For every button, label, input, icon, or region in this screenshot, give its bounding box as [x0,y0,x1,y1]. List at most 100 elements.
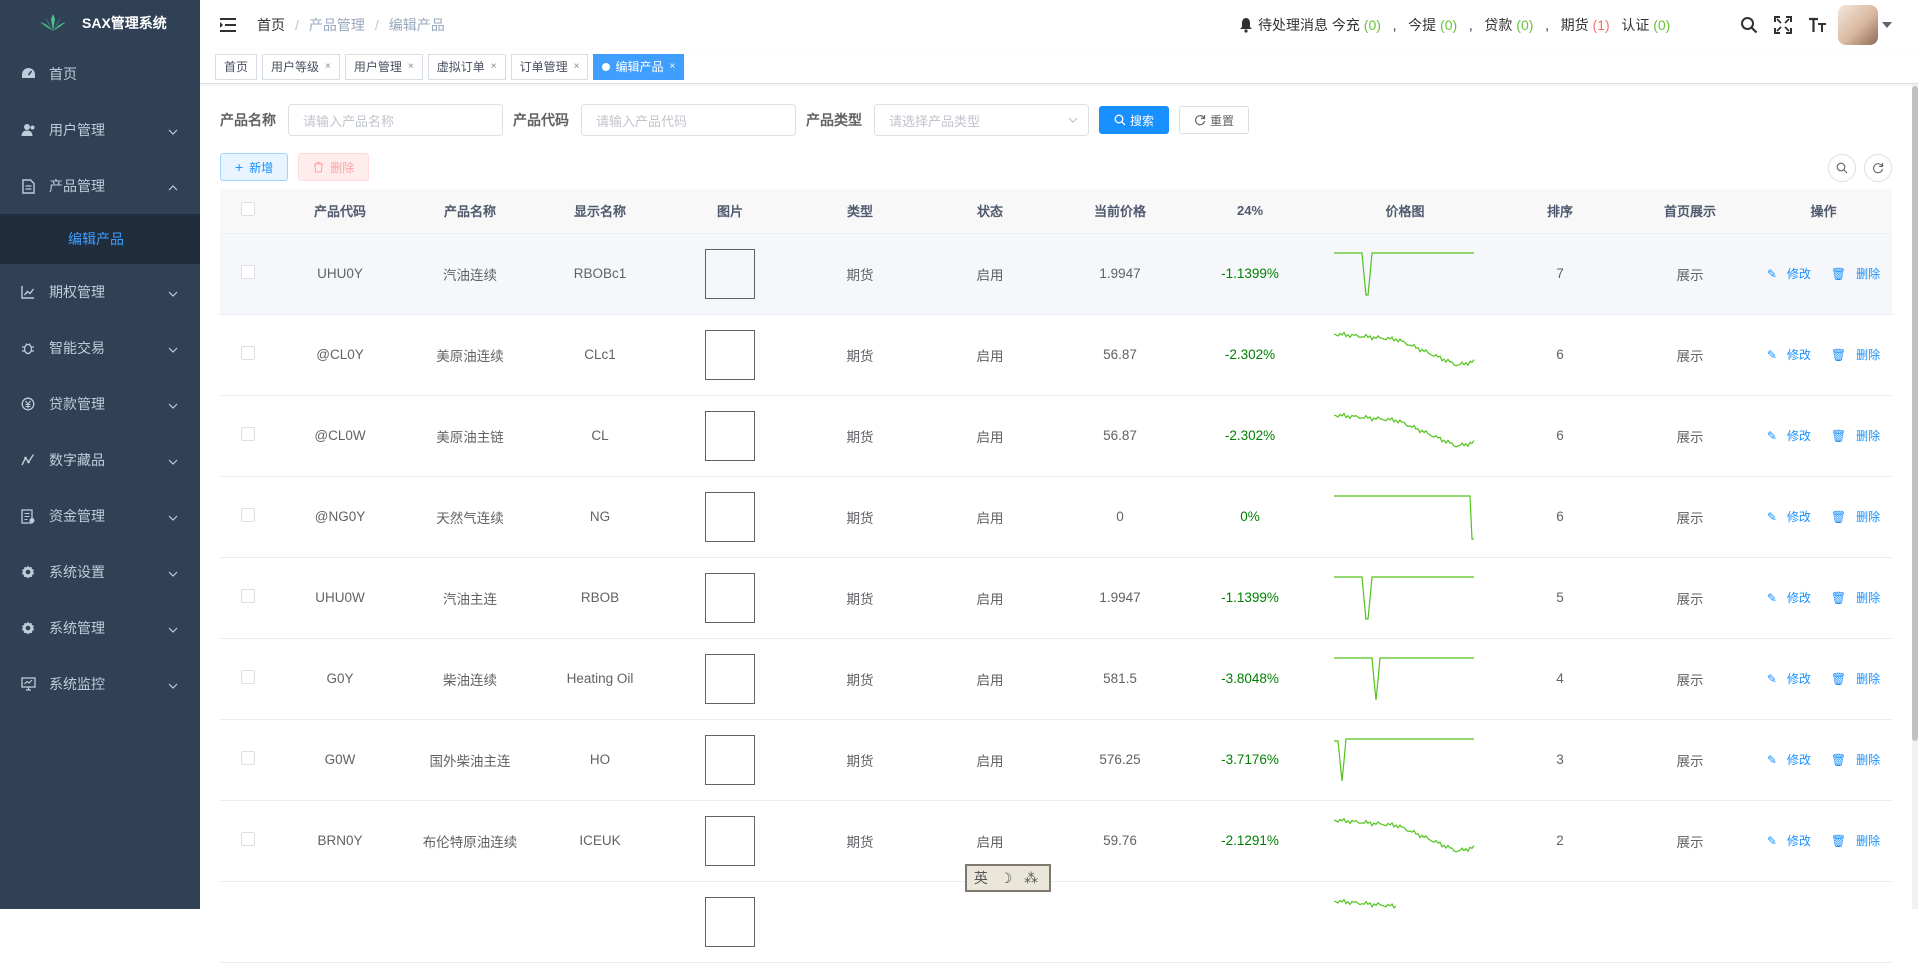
edit-button[interactable]: ✎ 修改 [1762,672,1816,686]
row-checkbox[interactable] [240,508,255,522]
table-row[interactable]: UHU0W 汽油主连 RBOB 期货 启用 1.9947 -1.1399% 5 展示 ✎ 修改 🗑 删除 [220,557,1892,639]
close-icon[interactable]: × [574,55,580,79]
delete-button[interactable]: 🗑 删除 [1826,267,1885,281]
app-logo[interactable]: SAX管理系统 [0,0,200,46]
chevron-down-icon [168,284,178,300]
tab-5[interactable]: 编辑产品 × [593,53,685,80]
product-image[interactable] [705,572,755,623]
delete-button[interactable]: 🗑 删除 [1826,834,1885,848]
reset-button[interactable]: 重置 [1179,106,1250,134]
delete-button[interactable]: 🗑 删除 [1826,348,1885,362]
product-type-select[interactable]: 请选择产品类型 [874,104,1089,136]
edit-button[interactable]: ✎ 修改 [1762,429,1816,443]
close-icon[interactable]: × [669,55,675,79]
add-button[interactable]: + 新增 [220,153,289,181]
product-image[interactable] [705,815,755,866]
row-checkbox[interactable] [240,670,255,684]
delete-button[interactable]: 🗑 删除 [1826,591,1885,605]
tab-3[interactable]: 虚拟订单 × [427,53,506,80]
edit-label: 修改 [1786,834,1811,848]
cell-actions: ✎ 修改 🗑 删除 [1755,719,1892,801]
cell-home-display: 展示 [1625,800,1755,882]
hamburger-icon[interactable] [204,0,254,50]
edit-button[interactable]: ✎ 修改 [1762,753,1816,767]
cell-display-name: CL [535,395,665,477]
row-checkbox[interactable] [240,832,255,846]
row-checkbox[interactable] [240,265,255,279]
edit-button[interactable]: ✎ 修改 [1762,267,1816,281]
row-checkbox[interactable] [240,427,255,441]
search-icon[interactable] [1732,0,1766,50]
ime-status-bar[interactable]: 英 ☽ ⁂ [965,864,1051,892]
product-image[interactable] [705,734,755,785]
fullscreen-icon[interactable] [1766,0,1800,50]
product-image[interactable] [705,896,755,947]
edit-button[interactable]: ✎ 修改 [1762,591,1816,605]
font-size-icon[interactable] [1800,0,1834,50]
edit-button[interactable]: ✎ 修改 [1762,348,1816,362]
close-icon[interactable]: × [491,55,497,79]
table-row[interactable]: G0W 国外柴油主连 HO 期货 启用 576.25 -3.7176% 3 展示 ✎ 修改 🗑 删除 [220,719,1892,801]
sidebar-item-0[interactable]: 首页 [0,46,200,102]
cell-type: 期货 [795,557,925,639]
avatar-dropdown-icon[interactable] [1878,0,1896,50]
sidebar-item-6[interactable]: 数字藏品 [0,432,200,488]
avatar[interactable] [1838,5,1878,45]
table-row[interactable]: G0Y 柴油连续 Heating Oil 期货 启用 581.5 -3.8048% 4 展示 ✎ 修… [220,638,1892,720]
money-icon [20,396,36,412]
table-row[interactable]: @CL0W 美原油主链 CL 期货 启用 56.87 -2.302% 6 展示 ✎ 修改 🗑 删除 [220,395,1892,477]
product-image[interactable] [705,410,755,461]
table-row[interactable]: @NG0Y 天然气连续 NG 期货 启用 0 0% 6 展示 ✎ 修改 🗑 删除 [220,476,1892,558]
table-row[interactable]: @CL0Y 美原油连续 CLc1 期货 启用 56.87 -2.302% 6 展示 ✎ 修改 🗑 删除 [220,314,1892,396]
table-row[interactable] [220,881,1892,963]
tab-2[interactable]: 用户管理 × [344,53,423,80]
delete-button[interactable]: 🗑 删除 [1826,429,1885,443]
product-image[interactable] [705,653,755,704]
sidebar-item-10[interactable]: 系统监控 [0,656,200,712]
sidebar-item-9[interactable]: 系统管理 [0,600,200,656]
delete-button[interactable]: 🗑 删除 [1826,672,1885,686]
tab-4[interactable]: 订单管理 × [510,53,589,80]
sidebar-item-4[interactable]: 智能交易 [0,320,200,376]
sidebar-subitem-edit-product[interactable]: 编辑产品 [0,214,200,264]
close-icon[interactable]: × [408,55,414,79]
product-name-input[interactable]: 请输入产品名称 [288,104,503,136]
delete-button[interactable]: 🗑 删除 [1826,510,1885,524]
scrollbar-thumb[interactable] [1912,86,1918,741]
product-image[interactable] [705,329,755,380]
pending-notice[interactable]: 待处理消息 今充 (0) , 今提 (0) , 贷款 (0) , 期货 (1) … [1238,0,1670,50]
breadcrumb-product-management[interactable]: 产品管理 [309,15,365,35]
product-image[interactable] [705,491,755,542]
cell-sort: 6 [1495,476,1625,558]
sidebar-item-3[interactable]: 期权管理 [0,264,200,320]
close-icon[interactable]: × [325,55,331,79]
product-image[interactable] [705,248,755,299]
delete-button[interactable]: 🗑 删除 [1826,753,1885,767]
edit-button[interactable]: ✎ 修改 [1762,834,1816,848]
select-all-checkbox[interactable] [240,202,255,217]
search-button[interactable]: 搜索 [1099,106,1170,134]
sidebar-item-7[interactable]: 资金管理 [0,488,200,544]
sidebar-item-2[interactable]: 产品管理 [0,158,200,214]
sidebar-item-8[interactable]: 系统设置 [0,544,200,600]
tab-1[interactable]: 用户等级 × [262,53,340,80]
tab-0[interactable]: 首页 [215,53,258,80]
scrollbar[interactable] [1912,84,1918,909]
refresh-button[interactable] [1864,154,1892,182]
row-checkbox[interactable] [240,346,255,360]
table-row[interactable]: UHU0Y 汽油连续 RBOBc1 期货 启用 1.9947 -1.1399% 7 展示 ✎ 修改 🗑… [220,233,1892,315]
chevron-down-icon [168,122,178,138]
table-row[interactable]: BRN0Y 布伦特原油连续 ICEUK 期货 启用 59.76 -2.1291% 2 展示 ✎ 修改… [220,800,1892,882]
trash-icon: 🗑 [1830,834,1847,848]
toggle-search-button[interactable] [1828,154,1856,182]
batch-delete-button[interactable]: 删除 [298,153,370,181]
product-code-input[interactable]: 请输入产品代码 [581,104,796,136]
row-checkbox[interactable] [240,751,255,765]
row-checkbox[interactable] [240,589,255,603]
cell-image [665,233,795,315]
breadcrumb-home[interactable]: 首页 [257,15,285,35]
sidebar-item-5[interactable]: 贷款管理 [0,376,200,432]
edit-button[interactable]: ✎ 修改 [1762,510,1816,524]
cell-sort: 7 [1495,233,1625,315]
sidebar-item-1[interactable]: 用户管理 [0,102,200,158]
